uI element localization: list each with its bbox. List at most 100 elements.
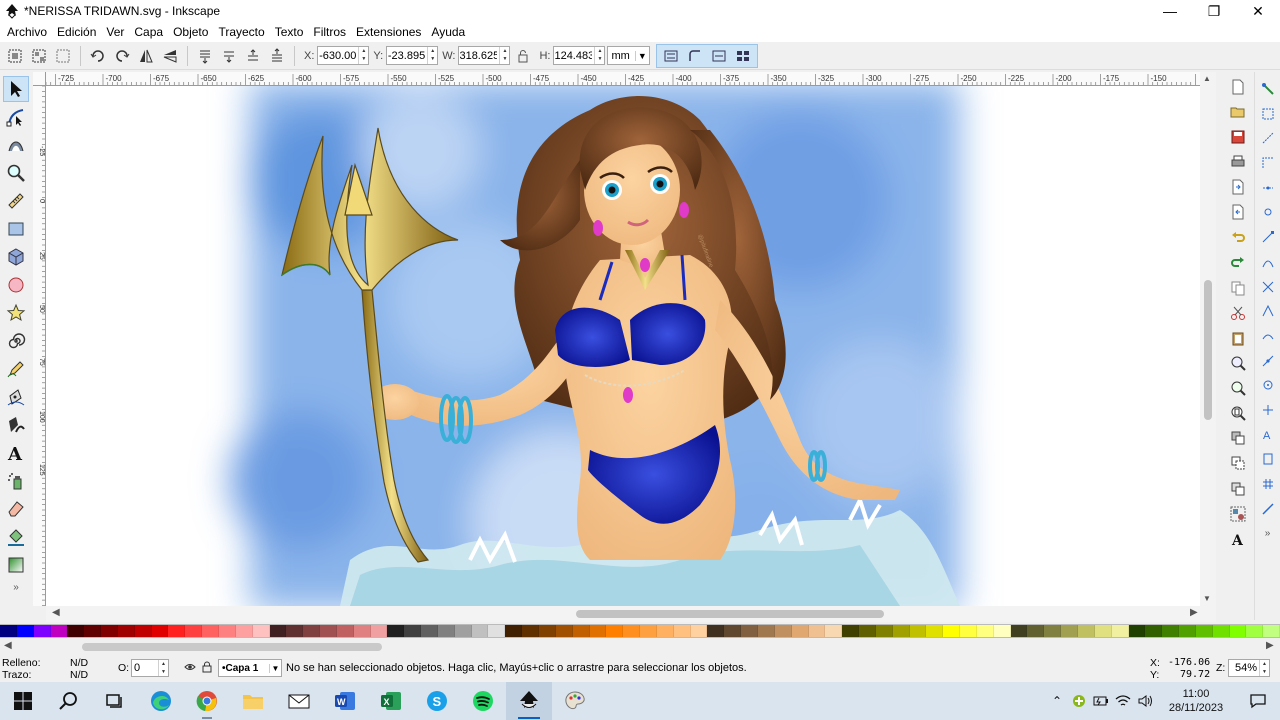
import-icon[interactable] bbox=[1227, 176, 1249, 198]
ellipse-tool[interactable] bbox=[3, 272, 29, 298]
snap-midpoint-icon[interactable] bbox=[1258, 350, 1278, 372]
spray-tool[interactable] bbox=[3, 468, 29, 494]
cut-icon[interactable] bbox=[1227, 302, 1249, 324]
scroll-left-icon[interactable]: ◀ bbox=[52, 607, 60, 618]
y-input[interactable] bbox=[387, 49, 428, 62]
start-button[interactable] bbox=[0, 682, 46, 720]
palette-swatch[interactable] bbox=[1128, 625, 1146, 637]
palette-swatch[interactable] bbox=[976, 625, 994, 637]
zoom-selection-icon[interactable] bbox=[1227, 352, 1249, 374]
mail-taskbar-button[interactable] bbox=[276, 682, 322, 720]
palette-swatch[interactable] bbox=[522, 625, 539, 637]
more-tools-chevron-icon[interactable]: » bbox=[13, 582, 19, 593]
palette-swatch[interactable] bbox=[859, 625, 876, 637]
palette-swatch[interactable] bbox=[286, 625, 304, 637]
unlink-clone-icon[interactable] bbox=[1227, 478, 1249, 500]
palette-swatch[interactable] bbox=[1010, 625, 1028, 637]
palette-swatch[interactable] bbox=[235, 625, 253, 637]
palette-swatch[interactable] bbox=[690, 625, 708, 637]
skype-taskbar-button[interactable]: S bbox=[414, 682, 460, 720]
opacity-input[interactable] bbox=[132, 662, 158, 674]
scroll-down-icon[interactable]: ▼ bbox=[1203, 594, 1211, 603]
h-input[interactable] bbox=[554, 49, 595, 62]
palette-swatch[interactable] bbox=[993, 625, 1011, 637]
palette-swatch[interactable] bbox=[1027, 625, 1045, 637]
select-all-icon[interactable] bbox=[4, 45, 26, 67]
palette-swatch[interactable] bbox=[1263, 625, 1280, 637]
group-icon[interactable] bbox=[1227, 503, 1249, 525]
w-field[interactable]: ▲▼ bbox=[458, 46, 511, 65]
lower-icon[interactable] bbox=[218, 45, 240, 67]
snap-center-icon[interactable] bbox=[1258, 374, 1278, 396]
palette-swatch[interactable] bbox=[741, 625, 758, 637]
file-explorer-taskbar-button[interactable] bbox=[230, 682, 276, 720]
palette-swatch[interactable] bbox=[505, 625, 523, 637]
palette-scroll-thumb[interactable] bbox=[82, 643, 382, 651]
palette-swatch[interactable] bbox=[1179, 625, 1196, 637]
palette-swatch[interactable] bbox=[84, 625, 102, 637]
raise-to-top-icon[interactable] bbox=[266, 45, 288, 67]
chrome-taskbar-button[interactable] bbox=[184, 682, 230, 720]
snap-rotation-center-icon[interactable] bbox=[1258, 399, 1278, 421]
palette-swatch[interactable] bbox=[892, 625, 910, 637]
y-field[interactable]: ▲▼ bbox=[386, 46, 439, 65]
palette-swatch[interactable] bbox=[539, 625, 556, 637]
fill-indicator[interactable]: N/D bbox=[70, 657, 88, 669]
scroll-up-icon[interactable]: ▲ bbox=[1203, 74, 1211, 83]
palette-swatch[interactable] bbox=[252, 625, 270, 637]
close-button[interactable]: ✕ bbox=[1236, 0, 1280, 22]
open-folder-icon[interactable] bbox=[1227, 101, 1249, 123]
palette-swatch[interactable] bbox=[303, 625, 321, 637]
y-spinner[interactable]: ▲ ▼ bbox=[427, 47, 437, 64]
duplicate-icon[interactable] bbox=[1227, 427, 1249, 449]
palette-swatch[interactable] bbox=[218, 625, 236, 637]
palette-swatch[interactable] bbox=[1212, 625, 1230, 637]
snap-bbox-midpoint-icon[interactable] bbox=[1258, 177, 1278, 199]
edge-taskbar-button[interactable] bbox=[138, 682, 184, 720]
horizontal-ruler[interactable]: -725 -700 -675 -650 -625 -600 -575 -550 -525 -500… bbox=[46, 72, 1200, 86]
palette-swatch[interactable] bbox=[16, 625, 34, 637]
palette-swatch[interactable] bbox=[1229, 625, 1247, 637]
clone-icon[interactable] bbox=[1227, 452, 1249, 474]
palette-swatch[interactable] bbox=[808, 625, 826, 637]
palette-swatch[interactable] bbox=[488, 625, 506, 637]
rectangle-tool[interactable] bbox=[3, 216, 29, 242]
palette-swatch[interactable] bbox=[825, 625, 843, 637]
palette-swatch[interactable] bbox=[909, 625, 927, 637]
palette-swatch[interactable] bbox=[387, 625, 405, 637]
menu-archivo[interactable]: Archivo bbox=[2, 25, 52, 39]
x-input[interactable] bbox=[318, 49, 359, 62]
calligraphy-tool[interactable] bbox=[3, 412, 29, 438]
minimize-button[interactable]: — bbox=[1148, 0, 1192, 22]
snap-text-baseline-icon[interactable]: A bbox=[1258, 424, 1278, 446]
task-view-button[interactable] bbox=[92, 682, 138, 720]
palette-swatch[interactable] bbox=[454, 625, 472, 637]
palette-swatch[interactable] bbox=[656, 625, 674, 637]
palette-swatch[interactable] bbox=[437, 625, 455, 637]
snap-smooth-icon[interactable] bbox=[1258, 325, 1278, 347]
gradient-tool[interactable] bbox=[3, 552, 29, 578]
more-snap-chevron-icon[interactable]: » bbox=[1258, 522, 1278, 544]
palette-scroll-left-icon[interactable]: ◀ bbox=[4, 640, 12, 651]
palette-swatch[interactable] bbox=[623, 625, 641, 637]
menu-edicion[interactable]: Edición bbox=[52, 25, 101, 39]
palette-swatch[interactable] bbox=[404, 625, 422, 637]
snap-cusp-icon[interactable] bbox=[1258, 300, 1278, 322]
palette-swatch[interactable] bbox=[606, 625, 624, 637]
battery-icon[interactable] bbox=[1090, 695, 1112, 707]
current-layer-select[interactable]: •Capa 1 ▼ bbox=[218, 659, 282, 677]
palette-swatch[interactable] bbox=[1145, 625, 1163, 637]
x-field[interactable]: ▲▼ bbox=[317, 46, 370, 65]
palette-swatch[interactable] bbox=[101, 625, 118, 637]
palette-swatch[interactable] bbox=[1061, 625, 1078, 637]
w-spinner[interactable]: ▲ ▼ bbox=[499, 47, 509, 64]
selector-tool[interactable] bbox=[3, 76, 29, 102]
palette-swatch[interactable] bbox=[875, 625, 893, 637]
palette-swatch[interactable] bbox=[791, 625, 809, 637]
app-tray-icon[interactable] bbox=[1068, 694, 1090, 708]
palette-swatch[interactable] bbox=[673, 625, 691, 637]
palette-swatch[interactable] bbox=[1162, 625, 1180, 637]
scroll-right-icon[interactable]: ▶ bbox=[1190, 607, 1198, 618]
inkscape-taskbar-button[interactable] bbox=[506, 682, 552, 720]
palette-swatch[interactable] bbox=[707, 625, 725, 637]
